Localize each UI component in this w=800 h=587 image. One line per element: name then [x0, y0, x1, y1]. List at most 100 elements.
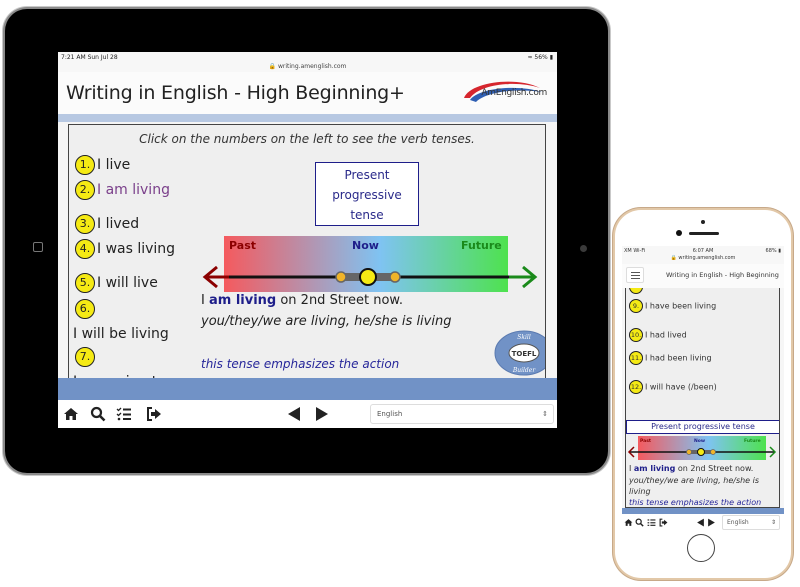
checklist-icon[interactable] [647, 518, 656, 527]
tense-number-button[interactable]: 3. [75, 214, 95, 234]
tense-label: I live [97, 157, 131, 173]
timeline-past-label: Past [640, 438, 652, 444]
tense-name-line: progressive [332, 188, 402, 202]
battery-icon: ▮ [778, 248, 781, 254]
sign-out-icon[interactable] [146, 406, 162, 422]
wifi-icon: ≈ [527, 54, 533, 61]
timeline-end-dot [389, 271, 401, 283]
tense-number-button[interactable]: 7. [75, 347, 95, 367]
battery-percent: 56% [534, 54, 548, 61]
conjugation-text: you/they/we are living, he/she is [629, 476, 760, 485]
search-icon[interactable] [90, 406, 106, 422]
iphone-header: Writing in English - High Beginning [622, 264, 784, 288]
tense-label: I had lived [645, 330, 687, 340]
badge-top-text: Skill [517, 334, 531, 341]
lesson-panel: 9. I have been living 10. I had lived 11. I… [625, 288, 780, 508]
header-divider [58, 114, 557, 122]
iphone-status-bar: XM Wi-Fi 6:07 AM 🔒 writing.amenglish.com… [622, 246, 784, 264]
example-verb: am living [633, 464, 676, 473]
next-arrow-icon[interactable] [707, 518, 716, 527]
timeline-start-dot [335, 271, 347, 283]
menu-button[interactable] [626, 267, 644, 283]
tense-label: I was living [97, 241, 176, 257]
timeline-now-label: Now [352, 239, 379, 252]
tense-item[interactable]: 9. I have been living [629, 299, 716, 313]
tense-item[interactable]: 4. I was living [75, 239, 175, 259]
tense-number-button[interactable]: 12. [629, 380, 643, 394]
home-icon[interactable] [63, 406, 79, 422]
tense-item-active[interactable]: 2. I am living [75, 180, 170, 200]
tense-number-button[interactable]: 11. [629, 351, 643, 365]
timeline-now-label: Now [694, 438, 705, 444]
timeline-now-dot [359, 268, 377, 286]
timeline-graphic: Past Now Future [627, 436, 777, 460]
toefl-skill-builder-badge[interactable]: Skill TOEFL Builder [494, 330, 546, 376]
tense-name-box: Present progressive tense [626, 420, 779, 434]
tense-number-button[interactable]: 6. [75, 299, 95, 319]
select-arrows-icon: ⇕ [542, 410, 548, 418]
previous-arrow-icon[interactable] [696, 518, 705, 527]
example-pre: I [201, 293, 209, 308]
timeline-future-label: Future [744, 438, 761, 444]
lesson-panel: Click on the numbers on the left to see … [68, 124, 546, 396]
tense-item[interactable]: 5. I will live [75, 273, 158, 293]
timeline-past-label: Past [229, 239, 256, 252]
tense-label: I lived [97, 216, 140, 232]
tense-label: I had been living [645, 353, 712, 363]
example-verb: am living [208, 293, 277, 308]
status-time: 7:21 AM Sun Jul 28 [61, 54, 118, 61]
badge-middle-text: TOEFL [512, 350, 537, 358]
home-icon[interactable] [624, 518, 633, 527]
tense-item[interactable]: 12. I will have (/been) [629, 380, 717, 394]
tense-name-line: tense [350, 208, 384, 222]
sign-out-icon[interactable] [659, 518, 668, 527]
tense-number-button[interactable]: 4. [75, 239, 95, 259]
tense-item[interactable]: 1. I live [75, 155, 130, 175]
iphone-screen: XM Wi-Fi 6:07 AM 🔒 writing.amenglish.com… [622, 246, 784, 532]
badge-bottom-text: Builder [512, 367, 537, 374]
tense-number-button[interactable]: 1. [75, 155, 95, 175]
tense-number-button[interactable] [629, 288, 643, 294]
logo-text: AmEnglish.com [481, 88, 547, 98]
instruction-text: Click on the numbers on the left to see … [139, 132, 475, 146]
tense-number-button[interactable]: 9. [629, 299, 643, 313]
conjugation-text: you/they/we are living, he/she is living [201, 314, 452, 329]
iphone-home-button[interactable] [687, 534, 715, 562]
url-text: writing.amenglish.com [278, 63, 347, 70]
tense-item[interactable]: 7. [75, 347, 97, 367]
footer-band [58, 378, 557, 400]
address-bar[interactable]: 🔒 writing.amenglish.com [622, 255, 784, 261]
status-time: 6:07 AM [692, 248, 714, 254]
emphasis-text: this tense emphasizes the action [201, 357, 400, 371]
tense-item[interactable]: 6. [75, 299, 97, 319]
battery-percent: 68% [765, 248, 777, 254]
tense-label: I will be living [73, 326, 169, 342]
tense-item[interactable] [629, 288, 645, 294]
tense-number-button[interactable]: 10. [629, 328, 643, 342]
iphone-camera-icon [676, 230, 682, 236]
tense-number-button[interactable]: 2. [75, 180, 95, 200]
language-select[interactable]: English ⇕ [722, 515, 780, 530]
bottom-toolbar: English ⇕ [58, 400, 557, 428]
timeline-future-label: Future [461, 239, 502, 252]
tense-item[interactable]: 11. I had been living [629, 351, 712, 365]
language-value: English [727, 519, 749, 526]
checklist-icon[interactable] [116, 406, 132, 422]
url-text: writing.amenglish.com [678, 255, 736, 261]
language-value: English [377, 410, 403, 418]
timeline-graphic: Past Now Future [202, 236, 538, 292]
tense-item[interactable]: 10. I had lived [629, 328, 687, 342]
next-arrow-icon[interactable] [314, 406, 330, 422]
previous-arrow-icon[interactable] [286, 406, 302, 422]
language-select[interactable]: English ⇕ [370, 404, 554, 424]
status-bar: 7:21 AM Sun Jul 28 🔒 writing.amenglish.c… [58, 52, 557, 72]
menu-icon [631, 272, 640, 273]
address-bar[interactable]: 🔒 writing.amenglish.com [58, 63, 557, 70]
tense-item[interactable]: 3. I lived [75, 214, 139, 234]
tense-number-button[interactable]: 5. [75, 273, 95, 293]
page-title: Writing in English - High Beginning [666, 271, 779, 279]
page-header: Writing in English - High Beginning+ AmE… [58, 72, 557, 114]
search-icon[interactable] [635, 518, 644, 527]
example-post: on 2nd Street now. [675, 464, 754, 473]
example-sentence: I am living on 2nd Street now. [201, 293, 403, 308]
